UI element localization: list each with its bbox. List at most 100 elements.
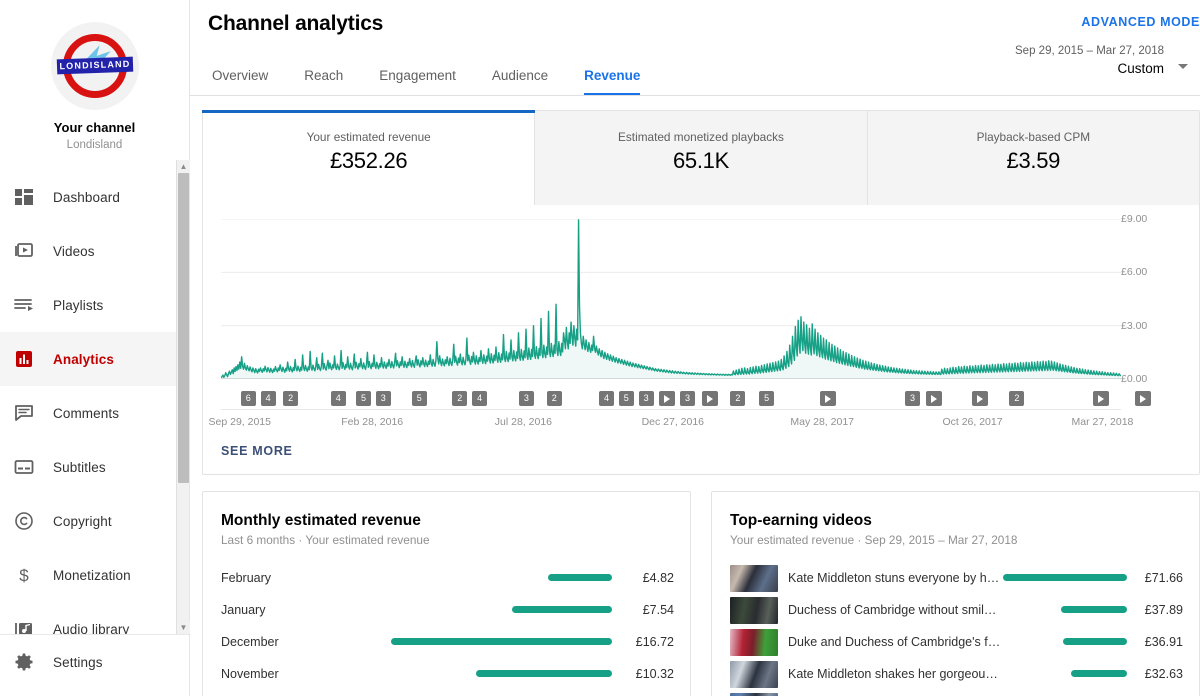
x-axis-tick: Mar 27, 2018	[1071, 416, 1134, 428]
bar-track	[1003, 670, 1127, 678]
video-marker-badge[interactable]: 5	[759, 391, 775, 406]
sidebar-item-monetization[interactable]: $ Monetization	[0, 548, 189, 602]
sidebar-item-copyright[interactable]: Copyright	[0, 494, 189, 548]
list-item: January £7.54	[221, 594, 674, 626]
scrollbar-thumb[interactable]	[178, 173, 189, 483]
revenue-value: £37.89	[1144, 603, 1183, 617]
sidebar-item-settings[interactable]: Settings	[0, 635, 189, 689]
sidebar: LONDISLAND Your channel Londisland Dashb…	[0, 0, 190, 696]
video-marker-badge[interactable]: 2	[283, 391, 299, 406]
video-marker-play-icon[interactable]	[925, 391, 942, 406]
list-item: February £4.82	[221, 562, 674, 594]
videos-icon	[11, 239, 37, 263]
video-thumbnail[interactable]	[730, 628, 778, 656]
metric-card-playback-cpm[interactable]: Playback-based CPM £3.59	[867, 111, 1199, 205]
video-marker-badge[interactable]: 2	[1009, 391, 1025, 406]
metric-card-monetized-playbacks[interactable]: Estimated monetized playbacks 65.1K	[535, 111, 868, 205]
sidebar-item-send-feedback[interactable]: Send feedback	[0, 689, 189, 696]
bar-track	[1003, 606, 1127, 614]
video-marker-play-icon[interactable]	[971, 391, 988, 406]
sidebar-item-analytics[interactable]: Analytics	[0, 332, 189, 386]
y-axis-tick: £0.00	[1121, 373, 1148, 385]
video-marker-badge[interactable]: 6	[240, 391, 256, 406]
sidebar-item-subtitles[interactable]: Subtitles	[0, 440, 189, 494]
video-marker-play-icon[interactable]	[659, 391, 676, 406]
card-subtitle: Last 6 months · Your estimated revenue	[221, 533, 430, 547]
revenue-bar	[1061, 606, 1127, 613]
tab-revenue[interactable]: Revenue	[566, 68, 658, 95]
avatar-text: LONDISLAND	[58, 58, 131, 72]
video-marker-badge[interactable]: 3	[680, 391, 695, 406]
bar-track	[1003, 574, 1127, 582]
tab-overview[interactable]: Overview	[208, 68, 286, 95]
video-title[interactable]: Duke and Duchess of Cambridge's family s…	[788, 635, 1003, 649]
youtube-studio-analytics: LONDISLAND Your channel Londisland Dashb…	[0, 0, 1200, 696]
chart-plot-area[interactable]: £0.00 £3.00 £6.00 £9.00	[203, 205, 1199, 390]
video-marker-badge[interactable]: 4	[472, 391, 488, 406]
channel-logo-icon: LONDISLAND	[56, 27, 134, 105]
video-title[interactable]: Kate Middleton stuns everyone by her ama…	[788, 571, 1003, 585]
chevron-down-icon[interactable]	[1178, 64, 1188, 69]
video-marker-badge[interactable]: 3	[638, 391, 654, 406]
scroll-up-arrow-icon[interactable]: ▲	[177, 160, 190, 173]
metric-value: 65.1K	[672, 148, 729, 173]
monthly-rows: February £4.82 January £7.54 December £16.72 N…	[221, 562, 674, 696]
video-marker-badge[interactable]: 5	[411, 391, 427, 406]
video-title[interactable]: Kate Middleton shakes her gorgeous hair,…	[788, 667, 1003, 681]
advanced-mode-button[interactable]: ADVANCED MODE	[1081, 15, 1200, 29]
video-marker-badge[interactable]: 4	[260, 391, 276, 406]
revenue-value: £16.72	[635, 635, 674, 649]
sidebar-item-label: Playlists	[53, 297, 104, 313]
video-thumbnail[interactable]	[730, 564, 778, 592]
video-thumbnail[interactable]	[730, 660, 778, 688]
tab-audience[interactable]: Audience	[474, 68, 566, 95]
tab-reach[interactable]: Reach	[286, 68, 361, 95]
video-marker-badge[interactable]: 3	[375, 391, 391, 406]
video-marker-play-icon[interactable]	[1135, 391, 1152, 406]
date-range-selector[interactable]: Sep 29, 2015 – Mar 27, 2018 Custom	[1015, 44, 1188, 79]
main-content: Channel analytics ADVANCED MODE Sep 29, …	[190, 0, 1200, 696]
revenue-value: £36.91	[1144, 635, 1183, 649]
video-marker-badge[interactable]: 3	[905, 391, 920, 406]
video-marker-badge[interactable]: 2	[452, 391, 468, 406]
month-label: November	[221, 667, 279, 681]
video-marker-badge[interactable]: 5	[618, 391, 634, 406]
sidebar-item-comments[interactable]: Comments	[0, 386, 189, 440]
revenue-chart-card: Your estimated revenue £352.26 Estimated…	[201, 110, 1200, 475]
tab-engagement[interactable]: Engagement	[361, 68, 474, 95]
metric-card-estimated-revenue[interactable]: Your estimated revenue £352.26	[201, 110, 536, 205]
sidebar-item-audio-library[interactable]: Audio library	[0, 602, 189, 634]
video-marker-badge[interactable]: 4	[330, 391, 346, 406]
sidebar-scrollbar[interactable]: ▲ ▼	[176, 160, 190, 634]
sidebar-item-playlists[interactable]: Playlists	[0, 278, 189, 332]
video-marker-badge[interactable]: 2	[730, 391, 746, 406]
video-thumbnail[interactable]	[730, 692, 778, 696]
channel-name: Londisland	[66, 139, 123, 151]
see-more-button[interactable]: SEE MORE	[203, 434, 293, 474]
date-range-text: Sep 29, 2015 – Mar 27, 2018	[1015, 45, 1164, 57]
metric-value: £3.59	[1006, 148, 1061, 173]
video-title[interactable]: Duchess of Cambridge without smile for R…	[788, 603, 1003, 617]
video-thumbnail[interactable]	[730, 596, 778, 624]
channel-block[interactable]: LONDISLAND Your channel Londisland	[0, 0, 189, 160]
avatar[interactable]: LONDISLAND	[50, 22, 139, 110]
bar-track	[391, 606, 612, 614]
analytics-tabs: Overview Reach Engagement Audience Reven…	[208, 68, 658, 95]
video-marker-badge[interactable]: 3	[518, 391, 534, 406]
video-marker-badge[interactable]: 2	[546, 391, 562, 406]
revenue-line-chart[interactable]	[221, 219, 1121, 379]
video-marker-badge[interactable]: 4	[599, 391, 614, 406]
video-marker-badge[interactable]: 5	[356, 391, 371, 406]
video-marker-play-icon[interactable]	[701, 391, 718, 406]
x-axis-tick: Feb 28, 2016	[341, 416, 404, 428]
scroll-down-arrow-icon[interactable]: ▼	[177, 621, 190, 634]
video-marker-play-icon[interactable]	[1093, 391, 1110, 406]
sidebar-item-label: Dashboard	[53, 189, 120, 205]
analytics-icon	[11, 347, 37, 371]
sidebar-item-dashboard[interactable]: Dashboard	[0, 170, 189, 224]
subtitles-icon	[11, 455, 37, 479]
video-marker-play-icon[interactable]	[819, 391, 836, 406]
bar-track	[391, 638, 612, 646]
sidebar-item-videos[interactable]: Videos	[0, 224, 189, 278]
list-item: Kate Middleton shakes her gorgeous hair,…	[730, 658, 1183, 690]
